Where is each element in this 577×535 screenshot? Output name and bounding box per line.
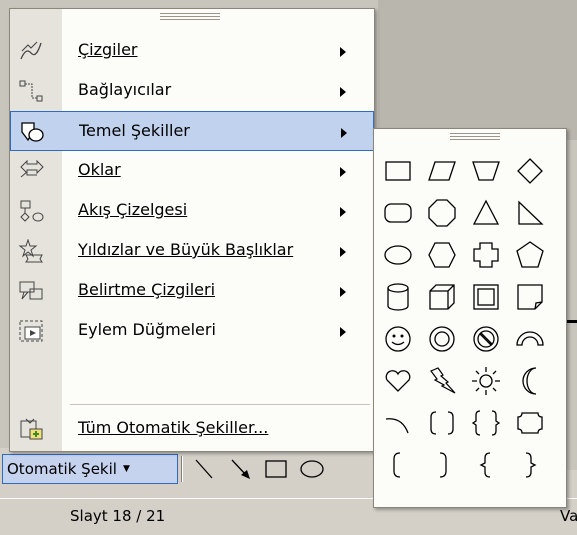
moon-shape[interactable] — [512, 363, 548, 399]
menu-item-label: Çizgiler — [78, 40, 138, 59]
donut-shape[interactable] — [424, 321, 460, 357]
diamond-shape[interactable] — [512, 153, 548, 189]
rectangle-tool[interactable] — [262, 456, 290, 482]
basic-shapes-submenu — [373, 128, 567, 508]
double-bracket-shape[interactable] — [424, 405, 460, 441]
left-bracket-shape[interactable] — [380, 447, 416, 483]
menu-item-label: Akış Çizelgesi — [78, 200, 188, 219]
rounded-rectangle-shape[interactable] — [380, 195, 416, 231]
arrow-tool[interactable] — [226, 456, 254, 482]
pentagon-shape[interactable] — [512, 237, 548, 273]
menu-separator — [70, 404, 370, 405]
rectangle-shape[interactable] — [380, 153, 416, 189]
menu-item-label: Oklar — [78, 160, 121, 179]
submenu-arrow-icon — [340, 47, 346, 57]
menu-item-label: Tüm Otomatik Şekiller... — [78, 418, 269, 437]
lightning-bolt-shape[interactable] — [424, 363, 460, 399]
lines-icon — [18, 39, 44, 63]
arc-shape[interactable] — [380, 405, 416, 441]
menu-item-lines[interactable]: Çizgiler — [10, 31, 374, 71]
more-autoshapes-icon — [18, 417, 44, 441]
autoshapes-button[interactable]: Otomatik Şekil ▼ — [2, 454, 178, 484]
can-shape[interactable] — [380, 279, 416, 315]
parallelogram-shape[interactable] — [424, 153, 460, 189]
action-buttons-icon — [18, 319, 44, 343]
menu-item-connectors[interactable]: Bağlayıcılar — [10, 71, 374, 111]
view-status: Var — [560, 507, 577, 525]
slide-counter: Slayt 18 / 21 — [70, 507, 166, 525]
menu-item-flowchart[interactable]: Akış Çizelgesi — [10, 191, 374, 231]
menu-drag-handle[interactable] — [160, 13, 220, 20]
autoshapes-menu: Çizgiler Bağlayıcılar Temel Şekiller Okl… — [9, 8, 375, 452]
submenu-arrow-icon — [340, 87, 346, 97]
bevel-shape[interactable] — [468, 279, 504, 315]
submenu-arrow-icon — [340, 167, 346, 177]
flowchart-icon — [18, 199, 44, 223]
plaque-shape[interactable] — [512, 405, 548, 441]
block-arc-shape[interactable] — [512, 321, 548, 357]
right-bracket-shape[interactable] — [424, 447, 460, 483]
slide-area-dark — [378, 0, 577, 140]
right-brace-shape[interactable] — [512, 447, 548, 483]
connectors-icon — [18, 79, 44, 103]
submenu-arrow-icon — [340, 207, 346, 217]
menu-item-block-arrows[interactable]: Oklar — [10, 151, 374, 191]
autoshapes-label: Otomatik Şekil — [7, 460, 117, 478]
menu-item-more-autoshapes[interactable]: Tüm Otomatik Şekiller... — [10, 409, 374, 449]
line-tool[interactable] — [190, 456, 218, 482]
submenu-arrow-icon — [341, 128, 347, 138]
oval-shape[interactable] — [380, 237, 416, 273]
menu-item-stars-banners[interactable]: Yıldızlar ve Büyük Başlıklar — [10, 231, 374, 271]
menu-item-label: Belirtme Çizgileri — [78, 280, 216, 299]
menu-item-action-buttons[interactable]: Eylem Düğmeleri — [10, 311, 374, 351]
double-brace-shape[interactable] — [468, 405, 504, 441]
menu-item-label: Eylem Düğmeleri — [78, 320, 216, 339]
right-triangle-shape[interactable] — [512, 195, 548, 231]
menu-item-basic-shapes[interactable]: Temel Şekiller — [10, 111, 374, 151]
octagon-shape[interactable] — [424, 195, 460, 231]
isosceles-triangle-shape[interactable] — [468, 195, 504, 231]
block-arrows-icon — [18, 159, 44, 183]
submenu-arrow-icon — [340, 247, 346, 257]
menu-item-label: Bağlayıcılar — [78, 80, 172, 99]
stars-banners-icon — [18, 239, 44, 263]
folded-corner-shape[interactable] — [512, 279, 548, 315]
cross-shape[interactable] — [468, 237, 504, 273]
callouts-icon — [18, 279, 44, 303]
smiley-face-shape[interactable] — [380, 321, 416, 357]
submenu-arrow-icon — [340, 327, 346, 337]
heart-shape[interactable] — [380, 363, 416, 399]
menu-item-label: Yıldızlar ve Büyük Başlıklar — [78, 240, 294, 259]
menu-item-label: Temel Şekiller — [79, 121, 190, 140]
chevron-down-icon: ▼ — [122, 464, 130, 474]
toolbar-separator — [181, 456, 183, 482]
submenu-drag-handle[interactable] — [450, 133, 500, 140]
basic-shapes-icon — [19, 120, 45, 144]
sun-shape[interactable] — [468, 363, 504, 399]
left-brace-shape[interactable] — [468, 447, 504, 483]
cube-shape[interactable] — [424, 279, 460, 315]
hexagon-shape[interactable] — [424, 237, 460, 273]
submenu-arrow-icon — [340, 287, 346, 297]
oval-tool[interactable] — [298, 456, 326, 482]
menu-item-callouts[interactable]: Belirtme Çizgileri — [10, 271, 374, 311]
trapezoid-shape[interactable] — [468, 153, 504, 189]
no-symbol-shape[interactable] — [468, 321, 504, 357]
